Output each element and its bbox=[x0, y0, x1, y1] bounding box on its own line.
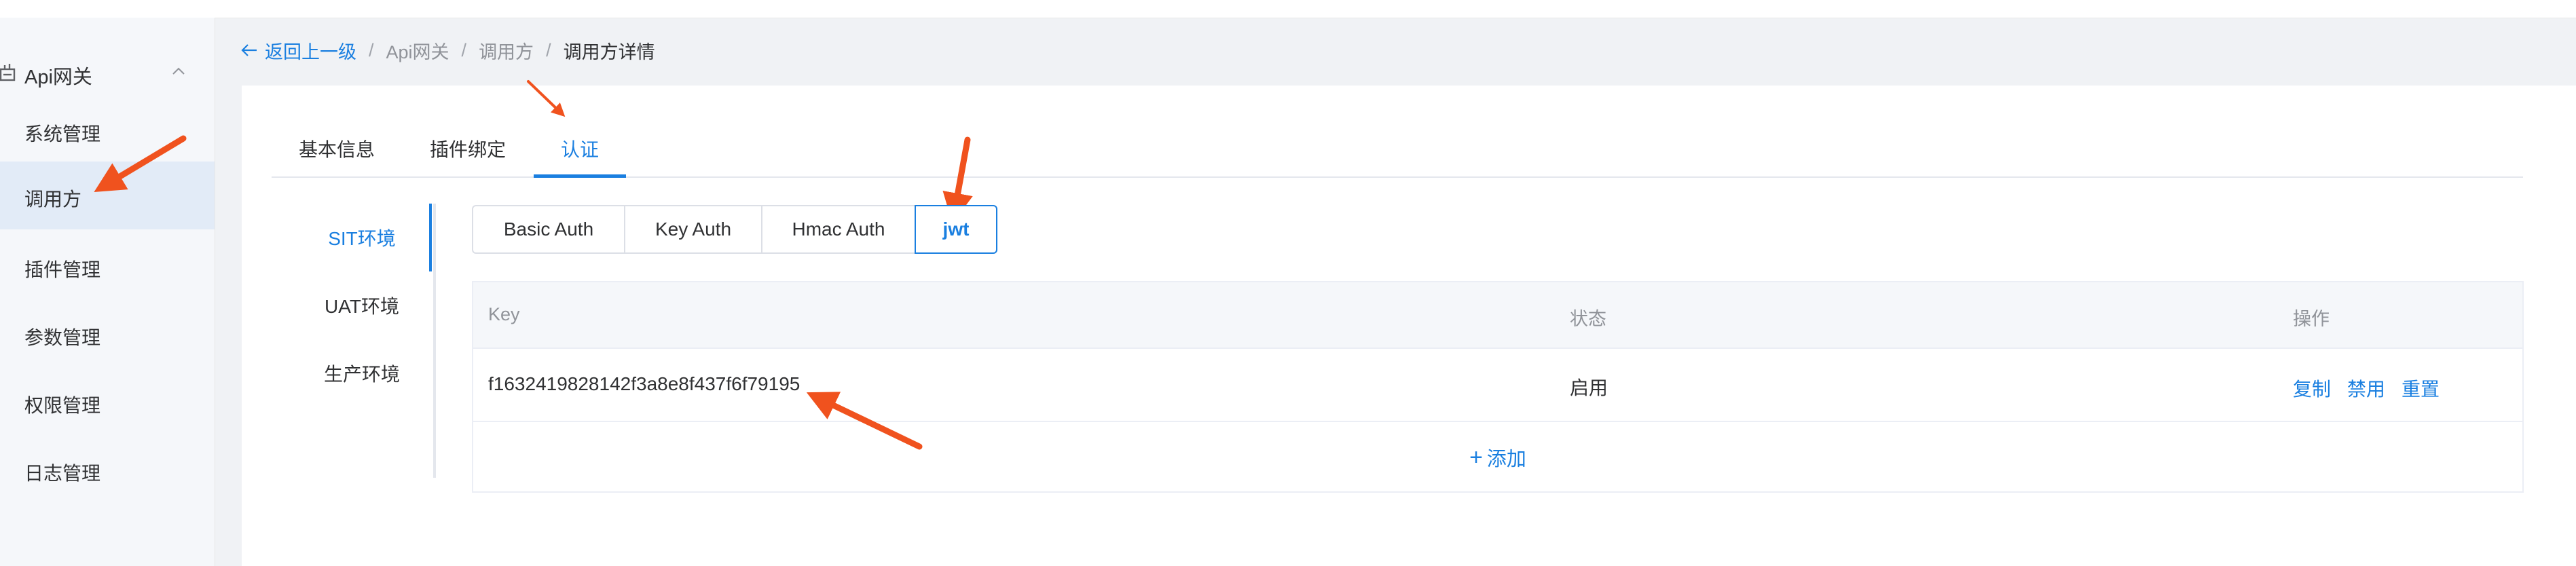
add-row: + 添加 bbox=[473, 422, 2522, 493]
auth-jwt-button[interactable]: jwt bbox=[915, 205, 997, 254]
add-key-button[interactable]: + 添加 bbox=[1469, 443, 1526, 472]
sidebar-item-plugin-management[interactable]: 插件管理 bbox=[0, 232, 215, 300]
tab-uat-environment[interactable]: UAT环境 bbox=[291, 271, 433, 339]
sidebar-item-log-management[interactable]: 日志管理 bbox=[0, 436, 215, 504]
sidebar-item-callers[interactable]: 调用方 bbox=[0, 162, 215, 229]
disable-button[interactable]: 禁用 bbox=[2347, 375, 2385, 402]
jwt-keys-table: Key 状态 操作 f1632419828142f3a8e8f437f6f791… bbox=[472, 281, 2524, 493]
key-value: f1632419828142f3a8e8f437f6f79195 bbox=[488, 373, 801, 394]
sidebar-item-parameter-management[interactable]: 参数管理 bbox=[0, 300, 215, 368]
copy-button[interactable]: 复制 bbox=[2293, 375, 2331, 402]
breadcrumb-separator: / bbox=[369, 39, 374, 60]
back-link-label: 返回上一级 bbox=[265, 41, 356, 62]
tab-basic-info[interactable]: 基本信息 bbox=[272, 121, 402, 176]
sidebar: Api网关 系统管理 调用方 插件管理 参数管理 权限管理 日志管理 bbox=[0, 18, 215, 566]
auth-type-group: Basic Auth Key Auth Hmac Auth jwt bbox=[472, 205, 997, 254]
tab-production-environment[interactable]: 生产环境 bbox=[291, 339, 433, 407]
sidebar-item-label: 参数管理 bbox=[24, 327, 101, 348]
status-value: 启用 bbox=[1570, 377, 1608, 398]
sidebar-item-label: 调用方 bbox=[24, 189, 82, 210]
breadcrumb-separator: / bbox=[546, 39, 551, 60]
plus-icon: + bbox=[1469, 444, 1483, 470]
sidebar-group-label: Api网关 bbox=[24, 67, 92, 88]
tab-authentication[interactable]: 认证 bbox=[534, 121, 626, 178]
table-header: Key 状态 操作 bbox=[473, 282, 2522, 349]
auth-key-auth-button[interactable]: Key Auth bbox=[624, 205, 762, 254]
reset-button[interactable]: 重置 bbox=[2402, 375, 2440, 402]
auth-basic-auth-button[interactable]: Basic Auth bbox=[472, 205, 625, 254]
sidebar-item-label: 权限管理 bbox=[24, 395, 101, 416]
top-bar bbox=[0, 0, 2576, 18]
sidebar-item-label: 系统管理 bbox=[24, 124, 101, 145]
back-link[interactable]: 返回上一级 bbox=[240, 37, 356, 64]
tab-sit-environment[interactable]: SIT环境 bbox=[291, 204, 433, 271]
tab-bar: 基本信息 插件绑定 认证 bbox=[272, 121, 2523, 178]
sidebar-item-system-management[interactable]: 系统管理 bbox=[0, 96, 215, 164]
sidebar-item-permission-management[interactable]: 权限管理 bbox=[0, 368, 215, 436]
breadcrumb-current: 调用方详情 bbox=[563, 41, 655, 62]
sidebar-item-label: 日志管理 bbox=[24, 463, 101, 484]
sidebar-group-api-gateway[interactable]: Api网关 bbox=[0, 42, 215, 103]
breadcrumb-separator: / bbox=[461, 39, 467, 60]
breadcrumb: 返回上一级 / Api网关 / 调用方 / 调用方详情 bbox=[240, 37, 655, 64]
auth-hmac-auth-button[interactable]: Hmac Auth bbox=[761, 205, 916, 254]
tab-plugin-binding[interactable]: 插件绑定 bbox=[402, 121, 534, 176]
breadcrumb-item-callers[interactable]: 调用方 bbox=[479, 37, 534, 64]
sidebar-item-label: 插件管理 bbox=[24, 259, 101, 280]
chevron-up-icon[interactable] bbox=[170, 62, 187, 80]
column-header-status: 状态 bbox=[1570, 309, 1606, 329]
table-row: f1632419828142f3a8e8f437f6f79195 启用 复制 禁… bbox=[473, 347, 2522, 422]
arrow-left-icon bbox=[241, 44, 257, 56]
environment-tab-indicator bbox=[429, 204, 432, 271]
gateway-icon bbox=[0, 64, 16, 81]
column-header-actions: 操作 bbox=[2293, 309, 2330, 329]
add-key-label: 添加 bbox=[1486, 449, 1526, 470]
breadcrumb-item-api-gateway[interactable]: Api网关 bbox=[386, 37, 449, 64]
environment-tabs: SIT环境 UAT环境 生产环境 bbox=[291, 204, 436, 478]
column-header-key: Key bbox=[488, 304, 520, 324]
